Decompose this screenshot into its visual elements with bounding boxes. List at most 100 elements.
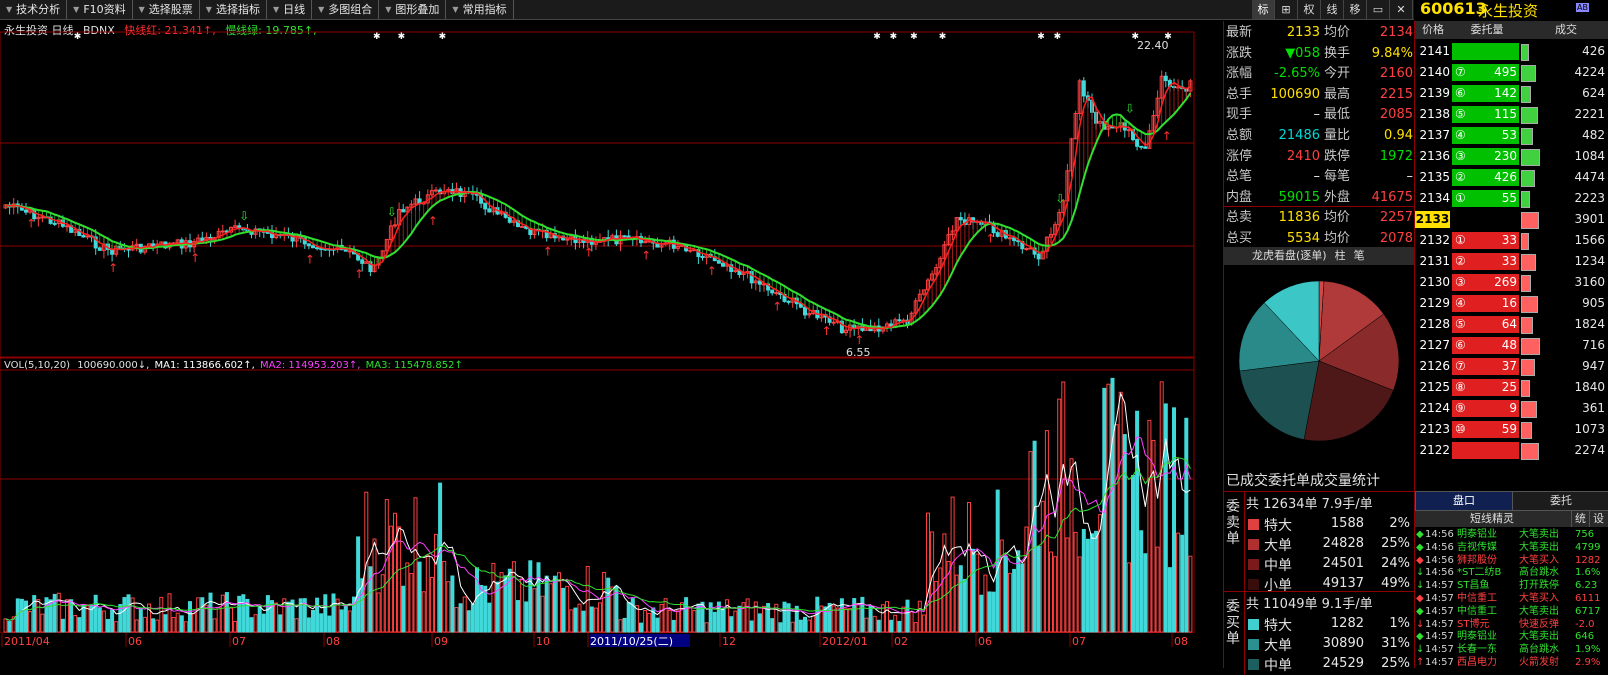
book-header-1[interactable]: 委托量	[1451, 21, 1524, 39]
sprite-event-row[interactable]: ↓ 14:56 *ST二纺B 高台跳水 1.6%	[1415, 566, 1608, 579]
volume-bar	[913, 622, 918, 633]
book-qty: 269	[1494, 275, 1517, 289]
legend-swatch	[1248, 619, 1259, 630]
event-time: 14:57	[1425, 593, 1454, 604]
event-time: 14:56	[1425, 529, 1454, 540]
sprite-event-row[interactable]: ◆ 14:56 狮邦股份 大笔买入 1282	[1415, 554, 1608, 567]
candle-body	[65, 225, 69, 228]
candle-body	[1081, 80, 1086, 97]
quote-value: -2.65%	[1274, 66, 1320, 82]
book-row[interactable]: 2126 ⑦ 37 947	[1415, 356, 1608, 377]
book-level-index: ⑧	[1455, 380, 1466, 394]
book-row[interactable]: 2134 ① 55 2223	[1415, 188, 1608, 209]
book-row[interactable]: 2140 ⑦ 495 4224	[1415, 62, 1608, 83]
volume-bar	[659, 603, 664, 633]
view-icon-2[interactable]: 权	[1298, 0, 1321, 19]
event-action: 大笔卖出	[1519, 541, 1559, 553]
volume-bar	[368, 566, 373, 633]
book-level-index: ⑥	[1455, 86, 1466, 100]
candle-body	[716, 260, 721, 264]
volume-bar	[1049, 551, 1053, 633]
event-action: 大笔买入	[1519, 554, 1559, 566]
volume-bar	[708, 602, 713, 633]
sprite-event-row[interactable]: ↑ 14:57 西昌电力 火箭发射 2.9%	[1415, 656, 1608, 669]
sprite-event-row[interactable]: ↓ 14:57 ST博元 快速反弹 -2.0	[1415, 618, 1608, 631]
longhu-tab-0[interactable]: 柱	[1335, 249, 1346, 262]
sprite-event-row[interactable]: ◆ 14:57 明泰铝业 大笔卖出 646	[1415, 630, 1608, 643]
sprite-event-row[interactable]: ↓ 14:57 ST昌鱼 打开跌停 6.23	[1415, 579, 1608, 592]
book-row[interactable]: 2130 ③ 269 3160	[1415, 272, 1608, 293]
view-icon-1[interactable]: ⊞	[1275, 0, 1298, 19]
volume-bar	[1122, 434, 1127, 633]
book-row[interactable]: 2135 ② 426 4474	[1415, 167, 1608, 188]
buy-arrow-icon: ↑	[190, 251, 200, 265]
event-action: 高台跳水	[1519, 567, 1559, 579]
quote-label: 现手	[1226, 107, 1253, 123]
view-icon-4[interactable]: 移	[1344, 0, 1367, 19]
event-stock: 吉视传媒	[1457, 541, 1497, 553]
view-icon-0[interactable]: 标	[1252, 0, 1275, 19]
sprite-event-row[interactable]: ◆ 14:57 中信重工 大笔卖出 6717	[1415, 605, 1608, 618]
volume-bar	[1176, 532, 1181, 633]
book-deal: 3901	[1574, 212, 1605, 226]
book-row[interactable]: 2127 ⑥ 48 716	[1415, 335, 1608, 356]
book-qty-bar	[1452, 442, 1519, 459]
volume-bar	[1008, 572, 1012, 633]
size-percent: 1%	[1389, 616, 1410, 631]
book-row[interactable]: 2141 426	[1415, 41, 1608, 62]
sprite-event-row[interactable]: ◆ 14:56 明泰铝业 大笔卖出 756	[1415, 528, 1608, 541]
book-price: 2138	[1419, 107, 1450, 121]
volume-bar	[60, 618, 65, 633]
book-row[interactable]: 2139 ⑥ 142 624	[1415, 83, 1608, 104]
volume-bar	[122, 597, 127, 633]
sprite-event-row[interactable]: ↓ 14:57 长春一东 高台跳水 1.9%	[1415, 643, 1608, 656]
book-tab-1[interactable]: 委托	[1512, 491, 1608, 511]
volume-bar	[626, 601, 631, 633]
signal-star-icon: ✱	[873, 32, 881, 42]
book-price: 2135	[1419, 170, 1450, 184]
deal-bar	[1521, 191, 1530, 208]
book-row[interactable]: 2131 ② 33 1234	[1415, 251, 1608, 272]
book-row[interactable]: 2132 ① 33 1566	[1415, 230, 1608, 251]
volume-bar	[429, 577, 434, 633]
sprite-event-row[interactable]: ◆ 14:57 中信重工 大笔买入 6111	[1415, 592, 1608, 605]
vol-value: 100690.000↓,	[77, 360, 150, 371]
current-price-row[interactable]: 2133 3901	[1415, 209, 1608, 230]
volume-bar	[159, 596, 164, 633]
book-deal: 1073	[1574, 422, 1605, 436]
book-row[interactable]: 2129 ④ 16 905	[1415, 293, 1608, 314]
book-level-index: ⑥	[1455, 338, 1466, 352]
book-level-index: ③	[1455, 275, 1466, 289]
book-row[interactable]: 2124 ⑨ 9 361	[1415, 398, 1608, 419]
book-level-index: ①	[1455, 191, 1466, 205]
book-row[interactable]: 2137 ④ 53 482	[1415, 125, 1608, 146]
volume-bar	[807, 619, 812, 633]
event-action: 大笔卖出	[1519, 605, 1559, 617]
view-icon-5[interactable]: ▭	[1367, 0, 1390, 19]
book-header-0[interactable]: 价格	[1415, 21, 1452, 39]
book-row[interactable]: 2128 ⑤ 64 1824	[1415, 314, 1608, 335]
book-row[interactable]: 2138 ⑤ 115 2221	[1415, 104, 1608, 125]
volume-bar	[1131, 474, 1135, 633]
book-row[interactable]: 2122 2274	[1415, 440, 1608, 461]
volume-bar	[557, 572, 561, 633]
book-deal: 4474	[1574, 170, 1605, 184]
quote-value: 5534	[1286, 231, 1320, 246]
book-price: 2140	[1419, 65, 1450, 79]
book-tab-0[interactable]: 盘口	[1415, 491, 1513, 511]
ab-badge[interactable]: AB	[1576, 3, 1589, 12]
sprite-button-1[interactable]: 设	[1589, 511, 1607, 527]
book-row[interactable]: 2125 ⑧ 25 1840	[1415, 377, 1608, 398]
sprite-button-0[interactable]: 统	[1571, 511, 1589, 527]
volume-bar	[958, 565, 963, 633]
view-icon-6[interactable]: ✕	[1390, 0, 1413, 19]
view-icon-3[interactable]: 线	[1321, 0, 1344, 19]
book-header-2[interactable]: 成交	[1523, 21, 1608, 39]
volume-bar	[971, 548, 976, 633]
longhu-tab-1[interactable]: 笔	[1354, 249, 1365, 262]
vol-label: VOL(5,10,20)	[4, 360, 71, 371]
book-row[interactable]: 2123 ⑩ 59 1073	[1415, 419, 1608, 440]
kline-chart[interactable]: ↑↑↑ ↑↑↑↑ ↑ ↑↑↑↑↑↑↑⇩ ⇩⇩⇩✱ ✱ ✱ ✱ ✱ ✱ ✱ ✱ ✱ ✱ ✱ ✱ 22.40 6.…	[0, 0, 1196, 668]
book-row[interactable]: 2136 ③ 230 1084	[1415, 146, 1608, 167]
sprite-event-row[interactable]: ◆ 14:56 吉视传媒 大笔卖出 4799	[1415, 541, 1608, 554]
